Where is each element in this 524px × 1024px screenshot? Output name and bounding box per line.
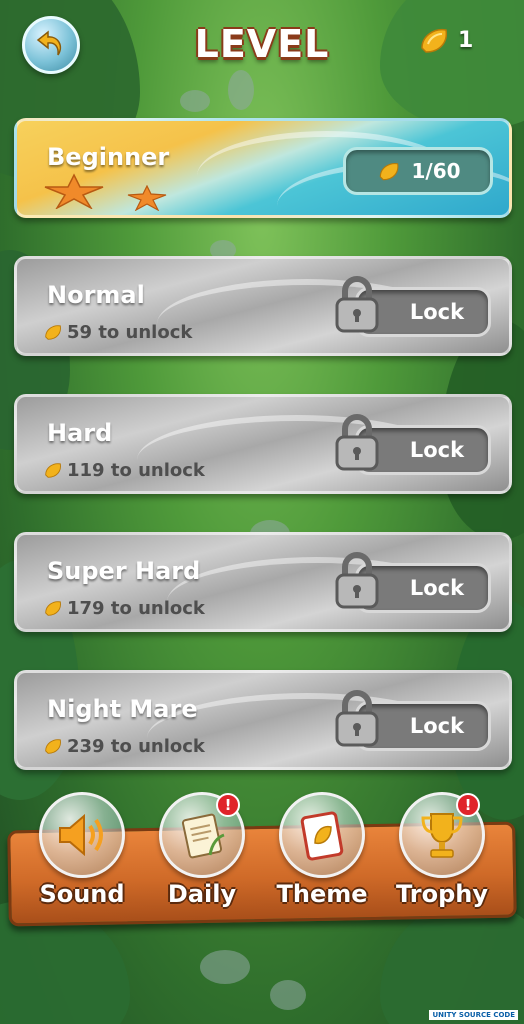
- level-name: Night Mare: [47, 695, 198, 723]
- gem-icon: [45, 463, 61, 478]
- padlock-icon: [335, 276, 379, 333]
- level-name: Hard: [47, 419, 113, 447]
- gem-count: 1: [458, 28, 474, 53]
- progress-pill: 1/60: [343, 147, 493, 195]
- starfish-icon: [127, 185, 167, 211]
- level-name: Normal: [47, 281, 145, 309]
- gem-icon: [45, 739, 61, 754]
- watermark: UNITY SOURCE CODE: [429, 1010, 518, 1020]
- trophy-icon: [421, 813, 463, 858]
- padlock-icon: [335, 690, 379, 747]
- alert-badge: !: [216, 793, 240, 817]
- level-name: Beginner: [47, 143, 170, 171]
- progress-text: 1/60: [411, 159, 461, 183]
- unlock-cost: 239 to unlock: [41, 735, 205, 757]
- gem-icon: [45, 325, 61, 340]
- top-bar: LEVEL 1: [0, 0, 524, 96]
- gem-icon: [380, 163, 399, 181]
- theme-button[interactable]: Theme: [276, 792, 368, 908]
- level-name: Super Hard: [47, 557, 201, 585]
- unlock-cost: 59 to unlock: [41, 321, 192, 343]
- level-card-hard[interactable]: Hard 119 to unlock Lock: [14, 394, 512, 494]
- unlock-cost: 179 to unlock: [41, 597, 205, 619]
- card-theme-icon: [300, 811, 344, 861]
- calendar-note-icon: [181, 813, 225, 859]
- level-card-beginner[interactable]: Beginner 1/60: [14, 118, 512, 218]
- padlock-icon: [335, 552, 379, 609]
- trophy-button[interactable]: ! Trophy: [396, 792, 488, 908]
- daily-button[interactable]: ! Daily: [156, 792, 248, 908]
- level-card-super-hard[interactable]: Super Hard 179 to unlock Lock: [14, 532, 512, 632]
- sound-button[interactable]: Sound: [36, 792, 128, 908]
- level-card-normal[interactable]: Normal 59 to unlock Lock: [14, 256, 512, 356]
- unlock-cost: 119 to unlock: [41, 459, 205, 481]
- speaker-icon: [59, 813, 103, 857]
- padlock-icon: [335, 414, 379, 471]
- starfish-icon: [44, 173, 104, 209]
- alert-badge: !: [456, 793, 480, 817]
- gem-icon: [45, 601, 61, 616]
- level-card-night-mare[interactable]: Night Mare 239 to unlock Lock: [14, 670, 512, 770]
- gem-icon: [421, 28, 448, 53]
